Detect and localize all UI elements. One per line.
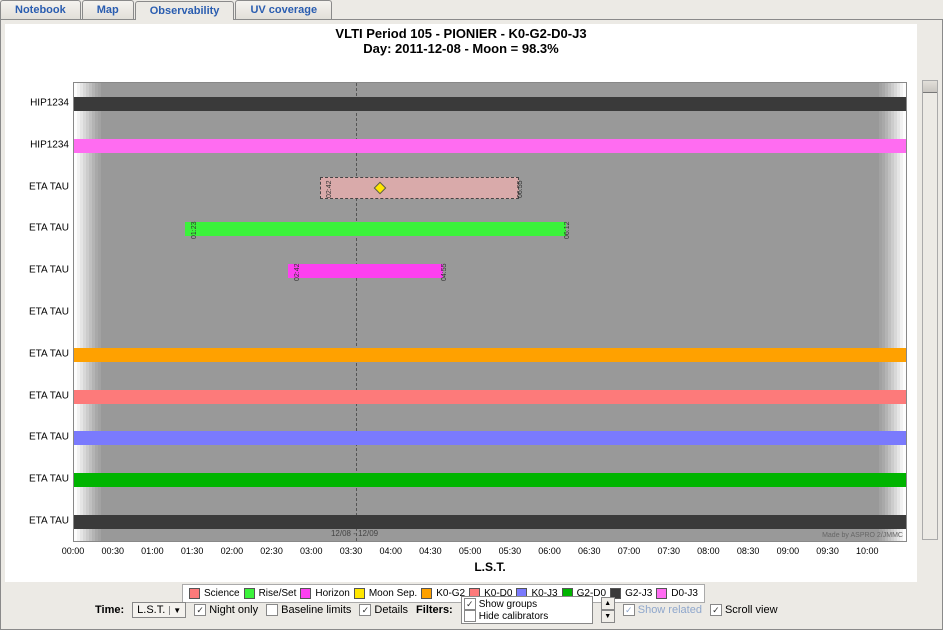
show-related-checkbox[interactable]: ✓Show related [623, 604, 702, 616]
row-label: HIP1234 [9, 139, 69, 150]
row-label: ETA TAU [9, 348, 69, 359]
baseline-limits-checkbox[interactable]: Baseline limits [266, 604, 351, 616]
observability-bar [185, 222, 566, 236]
x-axis-label: L.S.T. [474, 560, 505, 574]
observability-bar [74, 97, 907, 111]
x-tick: 02:00 [221, 546, 244, 556]
x-tick: 00:00 [62, 546, 85, 556]
tab-notebook[interactable]: Notebook [0, 0, 81, 19]
x-tick: 00:30 [101, 546, 124, 556]
details-checkbox[interactable]: ✓Details [359, 604, 408, 616]
x-tick: 09:00 [777, 546, 800, 556]
scroll-view-checkbox[interactable]: ✓Scroll view [710, 604, 778, 616]
night-only-checkbox[interactable]: ✓Night only [194, 604, 258, 616]
x-tick: 04:00 [379, 546, 402, 556]
spinner-up-icon[interactable]: ▲ [601, 597, 615, 610]
tab-map[interactable]: Map [82, 0, 134, 19]
filters-list[interactable]: ✓Show groups Hide calibrators [461, 596, 593, 624]
row-label: ETA TAU [9, 265, 69, 276]
x-tick: 06:30 [578, 546, 601, 556]
x-tick: 03:30 [340, 546, 363, 556]
time-label: Time: [95, 604, 124, 616]
observability-bar [74, 473, 907, 487]
row-label: ETA TAU [9, 516, 69, 527]
midnight-note: 12/08 - 12/09 [331, 529, 378, 538]
x-tick: 06:00 [538, 546, 561, 556]
filters-label: Filters: [416, 604, 453, 616]
chevron-down-icon: ▼ [169, 606, 181, 615]
x-tick: 05:30 [499, 546, 522, 556]
tab-uv-coverage[interactable]: UV coverage [235, 0, 332, 19]
x-tick: 08:30 [737, 546, 760, 556]
controls-bar: Time: L.S.T.▼ ✓Night only Baseline limit… [95, 596, 778, 624]
x-tick: 07:30 [657, 546, 680, 556]
x-tick: 09:30 [816, 546, 839, 556]
x-tick: 08:00 [697, 546, 720, 556]
row-label: HIP1234 [9, 97, 69, 108]
footer-credit: Made by ASPRO 2/JMMC [822, 532, 903, 539]
row-label: ETA TAU [9, 432, 69, 443]
x-tick: 01:30 [181, 546, 204, 556]
observability-bar [288, 264, 443, 278]
time-combo[interactable]: L.S.T.▼ [132, 602, 186, 618]
observability-bar [74, 390, 907, 404]
chart-title: VLTI Period 105 - PIONIER - K0-G2-D0-J3 [5, 26, 917, 41]
vertical-scrollbar[interactable] [922, 80, 938, 540]
filters-spinner[interactable]: ▲ ▼ [601, 597, 615, 623]
row-label: ETA TAU [9, 223, 69, 234]
row-label: ETA TAU [9, 181, 69, 192]
observability-bar [320, 177, 519, 199]
observability-panel: VLTI Period 105 - PIONIER - K0-G2-D0-J3 … [0, 20, 943, 630]
x-tick: 10:00 [856, 546, 879, 556]
observability-bar [74, 431, 907, 445]
x-tick: 02:30 [260, 546, 283, 556]
x-tick: 07:00 [618, 546, 641, 556]
observability-bar [74, 515, 907, 529]
observability-bar [74, 348, 907, 362]
x-tick: 03:00 [300, 546, 323, 556]
x-tick: 05:00 [459, 546, 482, 556]
plot: 02:4206:5501:2306:1202:4204:55 HIP1234HI… [73, 82, 907, 542]
x-tick: 01:00 [141, 546, 164, 556]
chart-area: VLTI Period 105 - PIONIER - K0-G2-D0-J3 … [5, 24, 917, 582]
tab-bar: Notebook Map Observability UV coverage [0, 0, 943, 20]
observability-bar [74, 139, 907, 153]
row-label: ETA TAU [9, 474, 69, 485]
x-tick: 04:30 [419, 546, 442, 556]
row-label: ETA TAU [9, 390, 69, 401]
spinner-down-icon[interactable]: ▼ [601, 610, 615, 623]
chart-subtitle: Day: 2011-12-08 - Moon = 98.3% [5, 41, 917, 56]
row-label: ETA TAU [9, 307, 69, 318]
tab-observability[interactable]: Observability [135, 1, 235, 20]
